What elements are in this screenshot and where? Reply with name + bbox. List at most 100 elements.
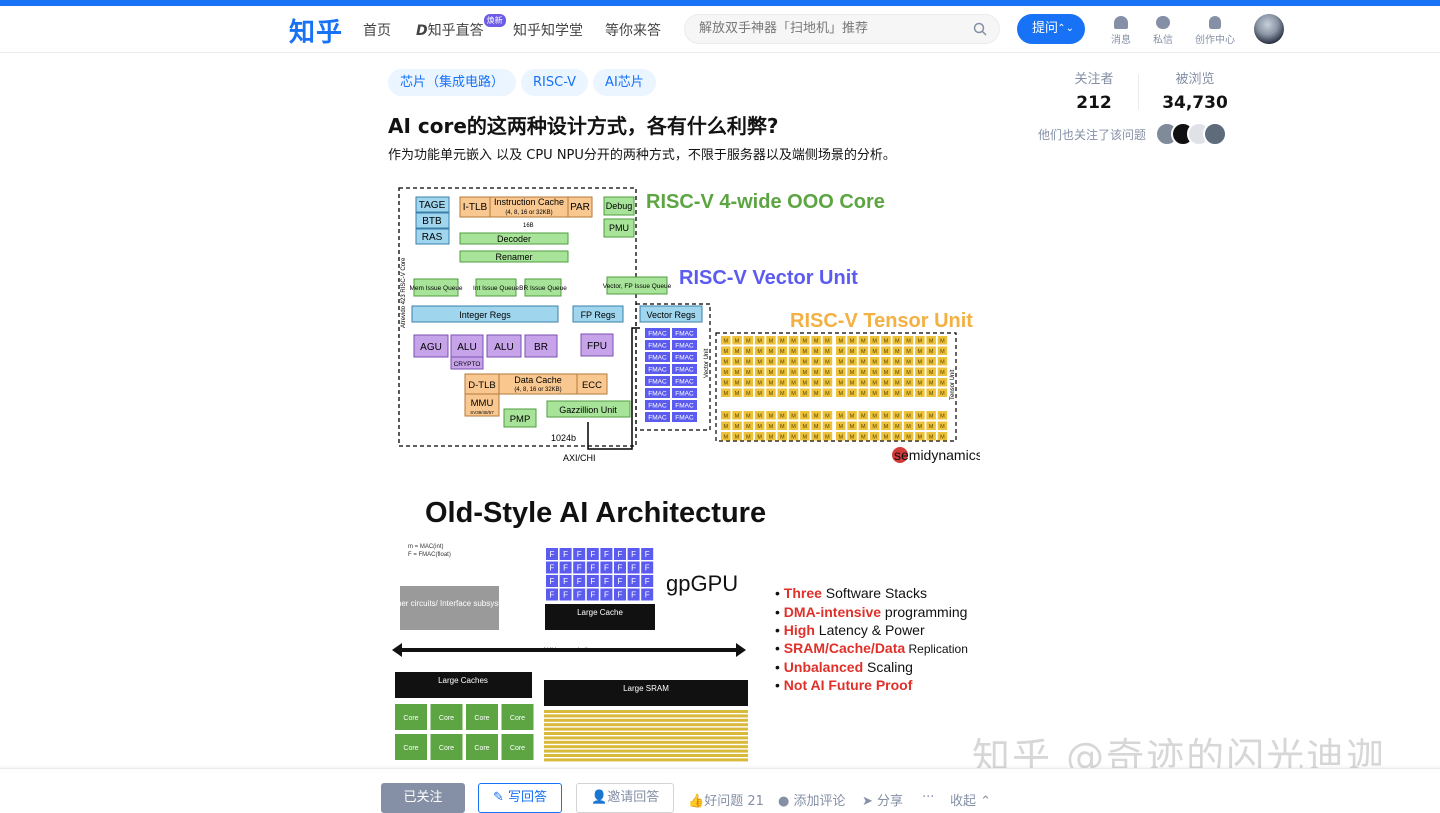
tag-chip[interactable]: 芯片（集成电路）: [388, 69, 517, 96]
tensor-cell-label: M: [746, 360, 751, 366]
messages-label: 消息: [1111, 35, 1131, 46]
tensor-cell-label: M: [791, 370, 796, 376]
search-input[interactable]: [699, 21, 959, 36]
fmac-label: FMAC: [648, 331, 667, 338]
tensor-cell-label: M: [906, 360, 911, 366]
fmac-label: FMAC: [648, 343, 667, 350]
gpgpu-cell-label: F: [550, 550, 555, 559]
bullet-6: • Not AI Future Proof: [775, 677, 913, 693]
vfp-issue-label: Vector, FP Issue Queue: [603, 283, 672, 290]
invite-answer-button[interactable]: 👤邀请回答: [576, 783, 675, 813]
tensor-cell-label: M: [769, 349, 774, 355]
tensor-cell-label: M: [735, 435, 740, 441]
gpgpu-cell-label: F: [645, 591, 650, 600]
mmu-sub-label: SV39/48/57: [470, 410, 494, 415]
axi-bus-label: AXI bus or similar: [543, 647, 595, 654]
gpgpu-cell-label: F: [590, 550, 595, 559]
tensor-cell-label: M: [861, 424, 866, 430]
tensor-cell-label: M: [735, 391, 740, 397]
tensor-cell-label: M: [872, 435, 877, 441]
tensor-cell-label: M: [929, 424, 934, 430]
follower-avatar[interactable]: [1203, 122, 1227, 146]
alu-label: ALU: [457, 342, 476, 353]
tensor-cell-label: M: [906, 391, 911, 397]
tensor-cell-label: M: [803, 391, 808, 397]
nav-waiting-answers[interactable]: 等你来答: [605, 20, 661, 40]
arch-title: Old-Style AI Architecture: [425, 497, 766, 529]
tensor-cell-label: M: [814, 360, 819, 366]
zhihu-logo[interactable]: 知乎: [289, 12, 343, 49]
search-icon[interactable]: [973, 22, 987, 36]
pmp-label: PMP: [510, 414, 531, 425]
gpgpu-cell-label: F: [618, 591, 623, 600]
ask-question-button[interactable]: 提问 ⌃⌄: [1017, 14, 1085, 44]
followed-button[interactable]: 已关注: [381, 783, 465, 813]
share-label: 分享: [877, 794, 904, 809]
add-comment-label: 添加评论: [793, 794, 846, 809]
decoder-label: Decoder: [497, 234, 531, 244]
tensor-cell-label: M: [757, 391, 762, 397]
mem-issue-label: Mem Issue Queue: [409, 285, 462, 292]
search-box[interactable]: [684, 14, 1000, 44]
old-style-architecture-diagram[interactable]: Old-Style AI Architecture m = MAC(int) F…: [388, 488, 980, 763]
tensor-cell-label: M: [940, 381, 945, 387]
nav-zhida[interactable]: D知乎直答 焕新: [416, 14, 506, 40]
views-count: 34,730: [1162, 93, 1228, 113]
tensor-cell-label: M: [746, 349, 751, 355]
tensor-cell-label: M: [929, 391, 934, 397]
tensor-cell-label: M: [838, 424, 843, 430]
tensor-cell-label: M: [918, 391, 923, 397]
good-question-button[interactable]: 👍好问题 21: [688, 790, 764, 809]
collapse-button[interactable]: 收起 ⌃: [950, 790, 991, 809]
tensor-cell-label: M: [918, 381, 923, 387]
chevron-up-icon: ⌃: [980, 794, 992, 809]
tensor-cell-label: M: [850, 349, 855, 355]
messages-button[interactable]: 消息: [1099, 16, 1143, 46]
tensor-cell-label: M: [861, 370, 866, 376]
icache-label: Instruction Cache: [494, 197, 564, 207]
user-avatar[interactable]: [1254, 14, 1284, 44]
renamer-label: Renamer: [495, 252, 532, 262]
more-button[interactable]: ···: [922, 790, 934, 805]
tensor-cell-label: M: [940, 391, 945, 397]
followers-stat[interactable]: 关注者 212: [1050, 68, 1138, 113]
tensor-cell-label: M: [918, 360, 923, 366]
bullet-5: • Unbalanced Scaling: [775, 659, 913, 675]
write-answer-button[interactable]: ✎ 写回答: [478, 783, 563, 813]
other-circuits-block: [400, 586, 499, 630]
tensor-cell-label: M: [780, 349, 785, 355]
add-comment-button[interactable]: ● 添加评论: [778, 790, 846, 809]
core-side-label: Atrevido 423 RISC-V Core: [401, 257, 407, 328]
stat-divider: [1138, 74, 1139, 110]
tensor-cell-label: M: [906, 424, 911, 430]
also-follow-label: 他们也关注了该问题: [1038, 128, 1147, 142]
tensor-cell-label: M: [723, 349, 728, 355]
share-button[interactable]: ➤ 分享: [862, 790, 903, 809]
riscv-core-diagram[interactable]: Atrevido 423 RISC-V Core TAGE BTB RAS I-…: [388, 178, 980, 468]
tensor-cell-label: M: [769, 360, 774, 366]
tag-ai-chip[interactable]: AI芯片: [593, 69, 656, 96]
tensor-cell-label: M: [929, 370, 934, 376]
tag-riscv[interactable]: RISC-V: [521, 69, 589, 96]
tensor-cell-label: M: [723, 424, 728, 430]
nav-zhixuetang[interactable]: 知乎知学堂: [513, 20, 583, 40]
brand-label: semidynamics: [894, 447, 980, 463]
gpgpu-cell-label: F: [604, 550, 609, 559]
tensor-cell-label: M: [906, 349, 911, 355]
tensor-cell-label: M: [850, 339, 855, 345]
tensor-cell-label: M: [735, 381, 740, 387]
creator-center-button[interactable]: 创作中心: [1187, 16, 1243, 46]
vector-side-label: Vector Unit: [704, 348, 710, 378]
fpu-label: FPU: [587, 341, 607, 352]
tensor-cell-label: M: [838, 414, 843, 420]
tensor-cell-label: M: [791, 339, 796, 345]
private-messages-button[interactable]: 私信: [1141, 16, 1185, 46]
gpgpu-cell-label: F: [590, 591, 595, 600]
fmac-label: FMAC: [648, 415, 667, 422]
tensor-cell-label: M: [746, 435, 751, 441]
tensor-cell-label: M: [918, 370, 923, 376]
tensor-cell-label: M: [861, 381, 866, 387]
nav-home[interactable]: 首页: [363, 20, 391, 40]
tensor-cell-label: M: [746, 391, 751, 397]
fmac-label: FMAC: [648, 367, 667, 374]
